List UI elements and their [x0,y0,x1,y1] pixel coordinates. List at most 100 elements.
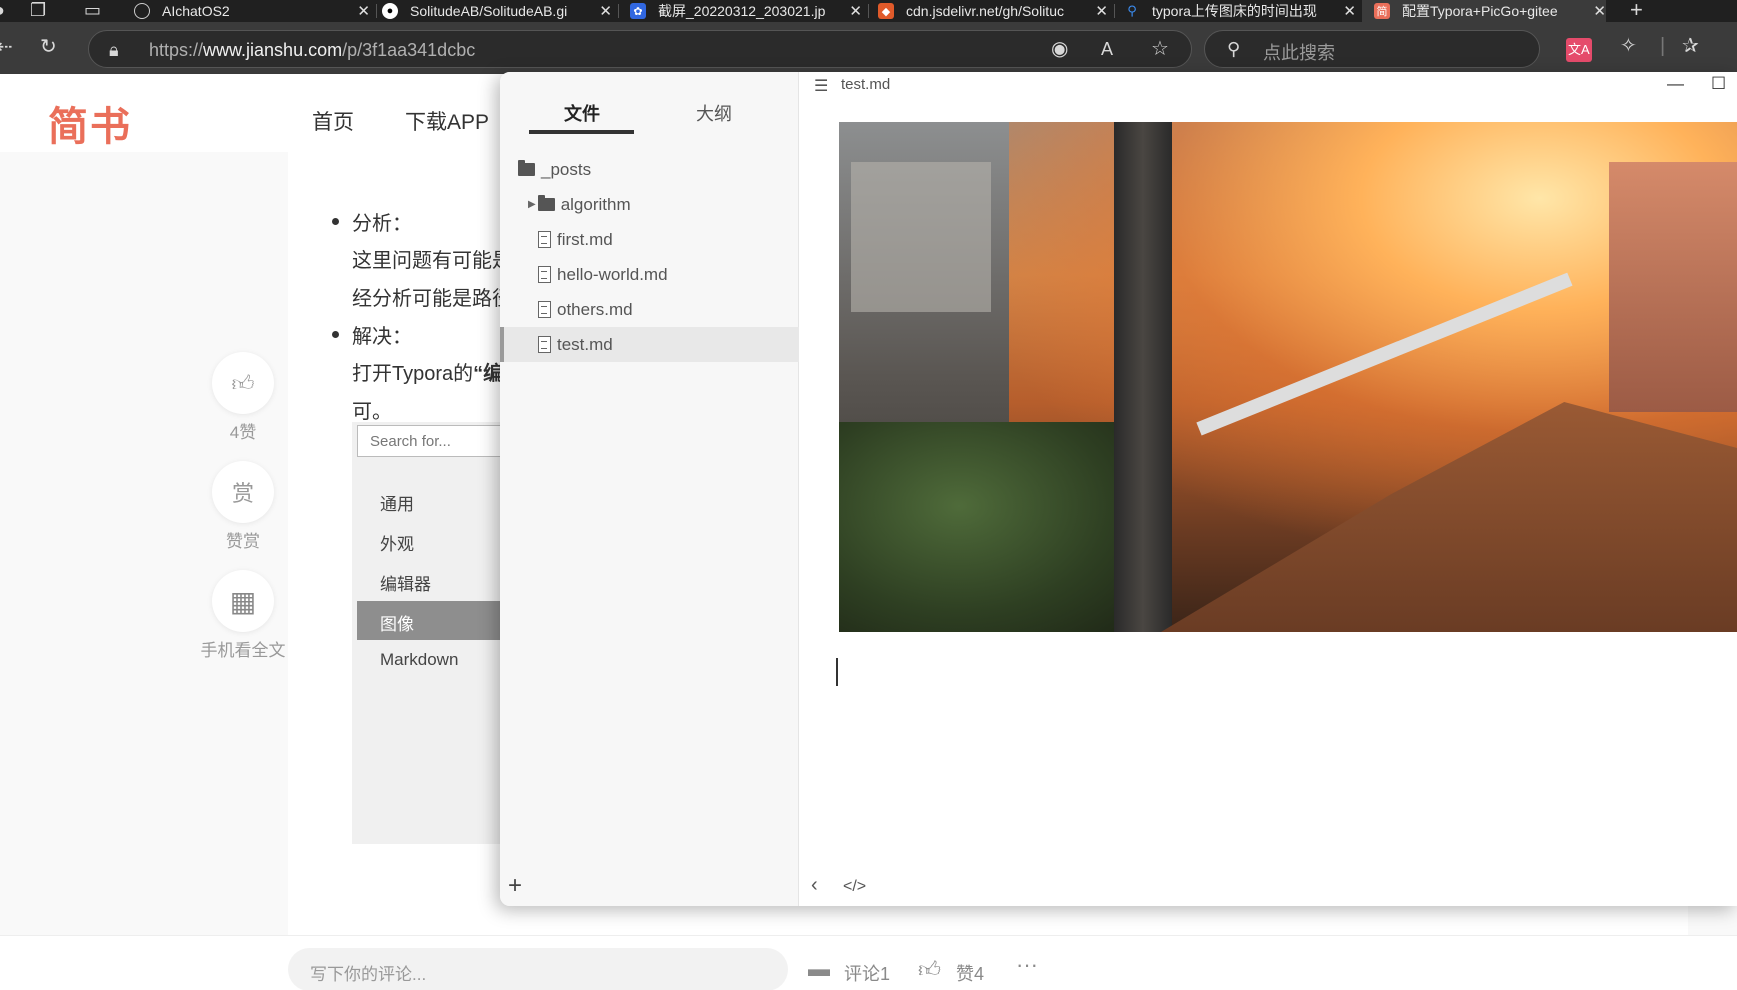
menu-lines-icon[interactable]: ☰ [814,76,828,96]
comment-input[interactable]: 写下你的评论... [288,948,788,990]
search-icon: ⚲ [1127,3,1137,18]
thumbs-up-icon[interactable]: 👍︎ [918,956,941,983]
settings-item-editor: 编辑器 [380,575,431,594]
extensions-icon[interactable]: ✧ [1620,36,1637,56]
tab-jianshu-active[interactable]: 简 配置Typora+PicGo+gitee ✕ [1362,0,1606,22]
file-icon [538,336,551,353]
mobile-read-button[interactable]: ▦ [212,570,274,632]
analysis-title: 分析： [352,213,412,235]
comment-count[interactable]: 评论1 [844,960,890,986]
file-icon [538,231,551,248]
close-icon[interactable]: ✕ [1343,2,1356,20]
close-icon[interactable]: ✕ [599,2,612,20]
baidu-paw-icon: ✿ [630,3,646,19]
url-text[interactable]: https://www.jianshu.com/p/3f1aa341dcbc [149,40,475,61]
tree-folder-algorithm[interactable]: ▶ algorithm [500,187,799,222]
typora-sidebar: 文件 大纲 _posts ▶ algorithm first.md hello-… [500,72,799,906]
source-code-icon[interactable]: </> [843,878,866,896]
thumbs-up-icon: 👍︎ [231,370,255,396]
folder-icon [537,195,555,211]
image-guardrail [1196,272,1573,436]
address-bar[interactable]: 🔒︎ https://www.jianshu.com/p/3f1aa341dcb… [88,30,1192,68]
bullet [332,218,339,225]
reward-button[interactable]: 赏 [212,461,274,523]
tree-folder-posts[interactable]: _posts [500,152,799,187]
settings-item-markdown: Markdown [380,650,459,669]
tree-item-label: _posts [541,159,592,179]
tree-item-label: test.md [557,334,613,354]
lock-icon[interactable]: 🔒︎ [109,40,119,60]
browser-search-box[interactable]: ⚲ 点此搜索 [1204,30,1540,68]
favorite-star-icon[interactable]: ☆ [1151,39,1169,59]
jianshu-footer-bar: 写下你的评论... ▬ 评论1 👍︎ 赞4 ··· [0,935,1737,990]
search-placeholder: 点此搜索 [1263,43,1335,63]
translate-icon[interactable]: 文A [1566,38,1592,62]
text-cursor [836,658,838,686]
edge-app-icon[interactable]: ◉ [1051,39,1068,59]
maximize-button[interactable]: ☐ [1711,74,1726,94]
qr-code-icon: ▦ [229,585,257,617]
bullet [332,331,339,338]
search-icon: ⚲ [1227,39,1241,59]
tree-file-hello-world[interactable]: hello-world.md [500,257,799,292]
like-button[interactable]: 👍︎ [212,352,274,414]
nav-download-app[interactable]: 下载APP [405,106,489,136]
tab-title: SolitudeAB/SolitudeAB.gi [410,3,568,19]
tab-github[interactable]: ● SolitudeAB/SolitudeAB.gi ✕ [382,0,612,22]
close-icon[interactable]: ✕ [1095,2,1108,20]
tree-file-others[interactable]: others.md [500,292,799,327]
tab-title: 截屏_20220312_203021.jp [658,3,826,19]
tree-file-test[interactable]: test.md [500,327,799,362]
tab-title: 配置Typora+PicGo+gitee [1402,3,1558,19]
tab-actions-icon[interactable]: ▭ [84,0,101,20]
typora-statusbar: ‹ </> [799,872,1737,906]
browser-tab-bar: ● ❐ ▭ AIchatOS2 ✕ ● SolitudeAB/SolitudeA… [0,0,1737,22]
jianshu-icon: 简 [1374,3,1390,19]
tree-item-label: algorithm [560,194,631,214]
collapse-sidebar-icon[interactable]: ‹ [811,874,818,897]
close-icon[interactable]: ✕ [357,2,370,20]
image-building-right [1609,162,1737,412]
tab-aichatos[interactable]: AIchatOS2 ✕ [134,0,370,22]
comment-icon[interactable]: ▬ [808,956,830,982]
solution-line: 可。 [352,401,392,423]
more-icon[interactable]: ··· [1016,952,1038,978]
collections-icon[interactable]: ❐ [30,0,46,20]
github-icon: ● [382,3,398,19]
new-tab-icon[interactable]: + [1630,0,1643,21]
active-tab-indicator [529,130,634,134]
close-icon[interactable]: ✕ [849,2,862,20]
settings-item-general: 通用 [380,495,414,514]
tree-file-first[interactable]: first.md [500,222,799,257]
shield-icon: ◆ [878,3,894,19]
nav-home[interactable]: 首页 [312,106,354,136]
tab-screenshot[interactable]: ✿ 截屏_20220312_203021.jp ✕ [630,0,862,22]
caret-right-icon[interactable]: ▶ [528,199,536,210]
image-utility-pole [1114,122,1172,632]
image-building-wall [851,162,991,312]
minimize-button[interactable]: — [1667,74,1684,94]
tab-outline[interactable]: 大纲 [696,100,732,126]
footer-like-count[interactable]: 赞4 [956,960,984,986]
typora-window: 文件 大纲 _posts ▶ algorithm first.md hello-… [500,72,1737,906]
tab-files[interactable]: 文件 [564,100,600,126]
reward-icon: 赏 [231,481,254,506]
read-aloud-icon[interactable]: A [1101,39,1113,59]
chatgpt-icon [134,3,150,19]
jianshu-logo[interactable]: 简书 [48,94,132,152]
close-icon[interactable]: ✕ [1593,2,1606,20]
tab-jsdelivr[interactable]: ◆ cdn.jsdelivr.net/gh/Solituc ✕ [878,0,1108,22]
image-bushes [839,422,1139,632]
refresh-icon[interactable]: ↻ [40,37,57,57]
tree-item-label: first.md [557,229,613,249]
favorites-list-icon[interactable]: ✰ [1682,36,1699,56]
add-file-button[interactable]: + [508,872,522,900]
tab-search[interactable]: ⚲ typora上传图床的时间出现 ✕ [1124,0,1356,22]
toolbar-divider: | [1660,35,1666,57]
like-count: 4赞 [229,423,257,442]
back-icon[interactable]: ⇠ [0,37,13,57]
profile-icon[interactable]: ● [0,0,5,20]
file-icon [538,301,551,318]
embedded-image[interactable] [839,122,1737,632]
analysis-line: 这里问题有可能是 [352,250,512,272]
